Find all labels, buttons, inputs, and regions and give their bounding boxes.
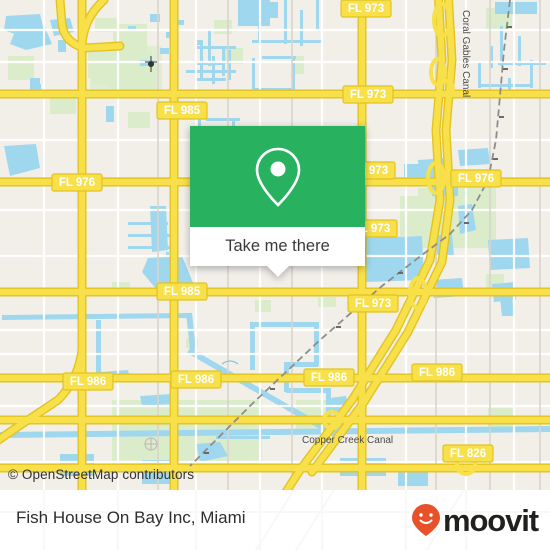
map-canvas[interactable]: Copper Creek Canal Coral Gables Canal FL… [0,0,550,490]
road-shield: FL 986 [62,372,114,391]
road-shield-label: FL 973 [355,298,391,310]
take-me-there-button[interactable]: Take me there [190,227,365,277]
location-callout[interactable]: Take me there [190,126,365,277]
road-shield: FL 985 [156,101,208,120]
road-shield: FL 985 [156,282,208,301]
map-screenshot-page: Copper Creek Canal Coral Gables Canal FL… [0,0,550,550]
callout-pointer [266,266,289,277]
moovit-wordmark: moovit [442,502,539,538]
map-pin-icon [255,147,300,207]
road-shield-label: FL 985 [164,105,201,117]
road-shield: FL 976 [51,173,103,192]
road-shield: FL 986 [411,363,463,382]
place-name-label: Fish House On Bay Inc, Miami [16,508,246,527]
road-shield: FL 826 [442,444,494,463]
water-label-coral-gables: Coral Gables Canal [460,10,471,97]
water-label-copper-creek: Copper Creek Canal [302,435,393,446]
road-shield-label: FL 973 [350,89,386,101]
map-attribution[interactable]: © OpenStreetMap contributors [8,467,194,482]
road-shield-label: FL 986 [178,374,214,386]
road-shield-label: FL 986 [70,376,106,388]
footer-bar: Fish House On Bay Inc, Miami moovit [0,490,550,550]
road-shield: FL 976 [450,169,502,188]
road-shield-label: FL 985 [164,286,201,298]
take-me-there-label: Take me there [225,237,330,255]
road-shield-label: FL 986 [311,372,347,384]
road-shield-label: FL 826 [450,448,486,460]
road-shield-label: FL 973 [348,3,384,15]
road-shield-label: FL 976 [59,177,95,189]
road-shield: FL 986 [303,368,355,387]
road-shield-label: FL 976 [458,173,494,185]
moovit-logo[interactable]: moovit [411,502,539,538]
road-shield: FL 973 [340,0,392,18]
road-shield-label: FL 986 [419,367,455,379]
road-shield: FL 973 [342,85,394,104]
callout-image-panel [190,126,365,227]
moovit-pin-icon [411,504,440,536]
road-shield: FL 986 [170,370,222,389]
road-shield: FL 973 [347,294,399,313]
